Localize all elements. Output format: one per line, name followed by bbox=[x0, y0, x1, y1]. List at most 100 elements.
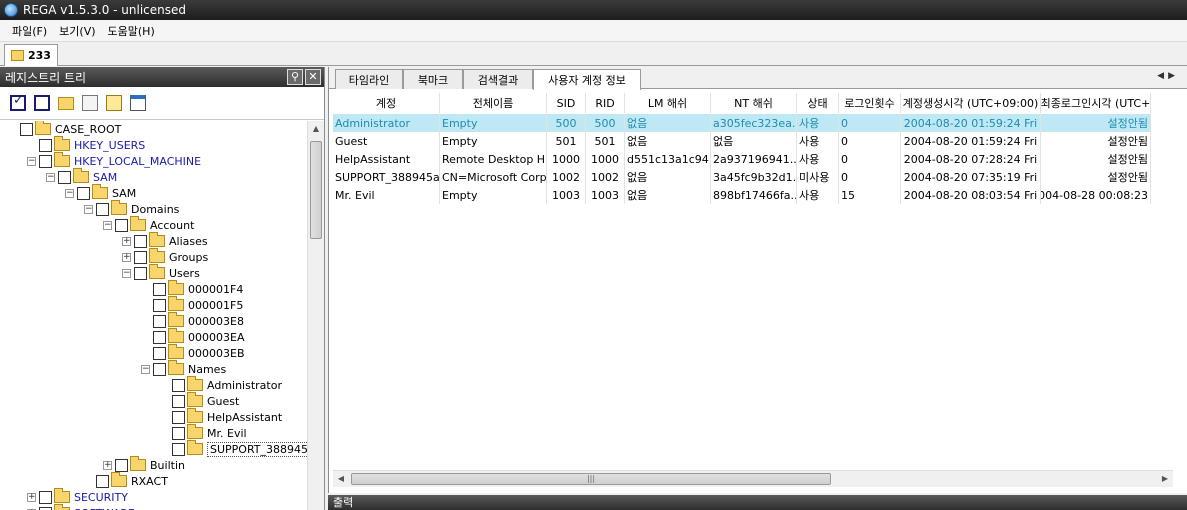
tree-node[interactable]: 000003EB bbox=[141, 344, 245, 361]
tree-node[interactable]: − SAM bbox=[46, 168, 117, 185]
tab-scroll-arrows-icon[interactable]: ◀▶ bbox=[1157, 71, 1179, 81]
horizontal-scroll-thumb[interactable]: ||| bbox=[351, 473, 831, 485]
table-row[interactable]: SUPPORT_388945a0 CN=Microsoft Corp... 1002… bbox=[333, 168, 1151, 186]
tree-node-checkbox[interactable] bbox=[172, 442, 185, 456]
tree-node[interactable]: − HKEY_LOCAL_MACHINE bbox=[27, 152, 201, 169]
column-header[interactable]: 전체이름 bbox=[440, 93, 547, 113]
tree-node-checkbox[interactable] bbox=[153, 282, 166, 296]
column-header[interactable]: RID bbox=[586, 93, 625, 113]
column-header[interactable]: 로그인횟수 bbox=[839, 93, 901, 113]
menu-help[interactable]: 도움말(H) bbox=[102, 23, 161, 39]
pin-icon[interactable]: ⚲ bbox=[287, 69, 303, 85]
tree-node-checkbox[interactable] bbox=[153, 298, 166, 312]
tree-node[interactable]: 000003E8 bbox=[141, 312, 244, 329]
table-row[interactable]: Mr. Evil Empty 1003 1003 없음 898bf17466fa... 사용… bbox=[333, 186, 1151, 204]
column-header[interactable]: 계정 bbox=[333, 93, 440, 113]
tree-node[interactable]: + Groups bbox=[122, 248, 208, 265]
table-row[interactable]: Administrator Empty 500 500 없음 a305fec323ea..… bbox=[333, 114, 1151, 132]
column-header[interactable]: NT 해쉬 bbox=[711, 93, 797, 113]
collapse-icon[interactable]: − bbox=[46, 172, 55, 182]
collapse-icon[interactable]: − bbox=[122, 268, 131, 278]
tree-node[interactable]: 000003EA bbox=[141, 328, 244, 345]
tree-node[interactable]: + Aliases bbox=[122, 232, 208, 249]
tree-node-checkbox[interactable] bbox=[134, 266, 147, 280]
tab-user-accounts[interactable]: 사용자 계정 정보 bbox=[533, 69, 641, 90]
tree-node-checkbox[interactable] bbox=[39, 506, 52, 510]
expand-icon[interactable]: + bbox=[103, 460, 112, 470]
column-header[interactable]: 최종로그인시각 (UTC+ bbox=[1041, 93, 1151, 113]
collapse-icon[interactable]: − bbox=[65, 188, 74, 198]
tree-node[interactable]: − Account bbox=[103, 216, 194, 233]
tree-node-checkbox[interactable] bbox=[58, 170, 71, 184]
tree-node-checkbox[interactable] bbox=[172, 394, 185, 408]
tree-node-checkbox[interactable] bbox=[115, 458, 128, 472]
copy-icon[interactable] bbox=[82, 95, 98, 111]
tree-node-checkbox[interactable] bbox=[96, 202, 109, 216]
tree-node-checkbox[interactable] bbox=[153, 346, 166, 360]
column-header[interactable]: 계정생성시각 (UTC+09:00) bbox=[901, 93, 1041, 113]
tree-node-checkbox[interactable] bbox=[134, 234, 147, 248]
tree-node[interactable]: HKEY_USERS bbox=[27, 136, 145, 153]
tree-node-checkbox[interactable] bbox=[153, 362, 166, 376]
edit-icon[interactable] bbox=[106, 95, 122, 111]
document-tab[interactable]: 233 bbox=[4, 44, 58, 66]
tree-node[interactable]: RXACT bbox=[84, 472, 168, 489]
scroll-thumb[interactable] bbox=[310, 141, 322, 239]
tree-node-checkbox[interactable] bbox=[20, 122, 33, 136]
tree-node[interactable]: − SAM bbox=[65, 184, 136, 201]
collapse-icon[interactable]: − bbox=[84, 204, 93, 214]
menu-view[interactable]: 보기(V) bbox=[53, 23, 101, 39]
tree-node[interactable]: SUPPORT_388945a0 bbox=[160, 440, 308, 457]
tree-node-checkbox[interactable] bbox=[39, 490, 52, 504]
column-header[interactable]: 상태 bbox=[797, 93, 839, 113]
tree-node-checkbox[interactable] bbox=[77, 186, 90, 200]
tree-node-checkbox[interactable] bbox=[39, 154, 52, 168]
collapse-icon[interactable]: − bbox=[141, 364, 150, 374]
table-row[interactable]: HelpAssistant Remote Desktop H... 1000 1000… bbox=[333, 150, 1151, 168]
folder-search-icon[interactable] bbox=[58, 96, 74, 110]
tree-vertical-scrollbar[interactable]: ▲ bbox=[307, 121, 324, 510]
tab-timeline[interactable]: 타임라인 bbox=[335, 69, 403, 89]
tree-node-checkbox[interactable] bbox=[134, 250, 147, 264]
tree-node[interactable]: Mr. Evil bbox=[160, 424, 247, 441]
tree-node-checkbox[interactable] bbox=[96, 474, 109, 488]
tree-node[interactable]: 000001F5 bbox=[141, 296, 243, 313]
tree-node-checkbox[interactable] bbox=[153, 314, 166, 328]
tree-node[interactable]: 000001F4 bbox=[141, 280, 243, 297]
collapse-icon[interactable]: − bbox=[103, 220, 112, 230]
column-header[interactable]: SID bbox=[547, 93, 586, 113]
tree-node-checkbox[interactable] bbox=[39, 138, 52, 152]
tab-search-results[interactable]: 검색결과 bbox=[463, 69, 533, 89]
uncheck-all-icon[interactable] bbox=[34, 95, 50, 111]
column-header[interactable]: LM 해쉬 bbox=[625, 93, 711, 113]
tree-node[interactable]: Administrator bbox=[160, 376, 282, 393]
tree-node[interactable]: − Users bbox=[122, 264, 200, 281]
check-all-icon[interactable] bbox=[10, 93, 26, 111]
tree-node-checkbox[interactable] bbox=[172, 378, 185, 392]
grid-horizontal-scrollbar[interactable]: ◀ ||| ▶ bbox=[333, 470, 1173, 487]
expand-icon[interactable]: + bbox=[122, 252, 131, 262]
tree-node[interactable]: − Domains bbox=[84, 200, 179, 217]
tree-node-checkbox[interactable] bbox=[172, 410, 185, 424]
scroll-right-icon[interactable]: ▶ bbox=[1157, 471, 1173, 487]
close-icon[interactable]: ✕ bbox=[305, 69, 321, 85]
expand-icon[interactable]: + bbox=[122, 236, 131, 246]
tree-node[interactable]: Guest bbox=[160, 392, 239, 409]
scroll-left-icon[interactable]: ◀ bbox=[333, 471, 349, 487]
expand-icon[interactable]: + bbox=[27, 492, 36, 502]
tree-node[interactable]: + SECURITY bbox=[27, 488, 128, 505]
tree-node[interactable]: HelpAssistant bbox=[160, 408, 282, 425]
tree-node-checkbox[interactable] bbox=[172, 426, 185, 440]
tree-node-checkbox[interactable] bbox=[153, 330, 166, 344]
tree-node[interactable]: +SOFTWARE bbox=[27, 504, 135, 510]
menu-file[interactable]: 파일(F) bbox=[6, 23, 53, 39]
table-row[interactable]: Guest Empty 501 501 없음 없음 사용 0 2004-08-20 01:59:… bbox=[333, 132, 1151, 150]
calendar-icon[interactable] bbox=[130, 95, 146, 111]
scroll-up-icon[interactable]: ▲ bbox=[308, 121, 324, 137]
tree-node[interactable]: CASE_ROOT bbox=[8, 121, 121, 137]
tree-node[interactable]: − Names bbox=[141, 360, 226, 377]
collapse-icon[interactable]: − bbox=[27, 156, 36, 166]
tab-bookmark[interactable]: 북마크 bbox=[403, 69, 463, 89]
tree-node-checkbox[interactable] bbox=[115, 218, 128, 232]
tree-node[interactable]: + Builtin bbox=[103, 456, 185, 473]
